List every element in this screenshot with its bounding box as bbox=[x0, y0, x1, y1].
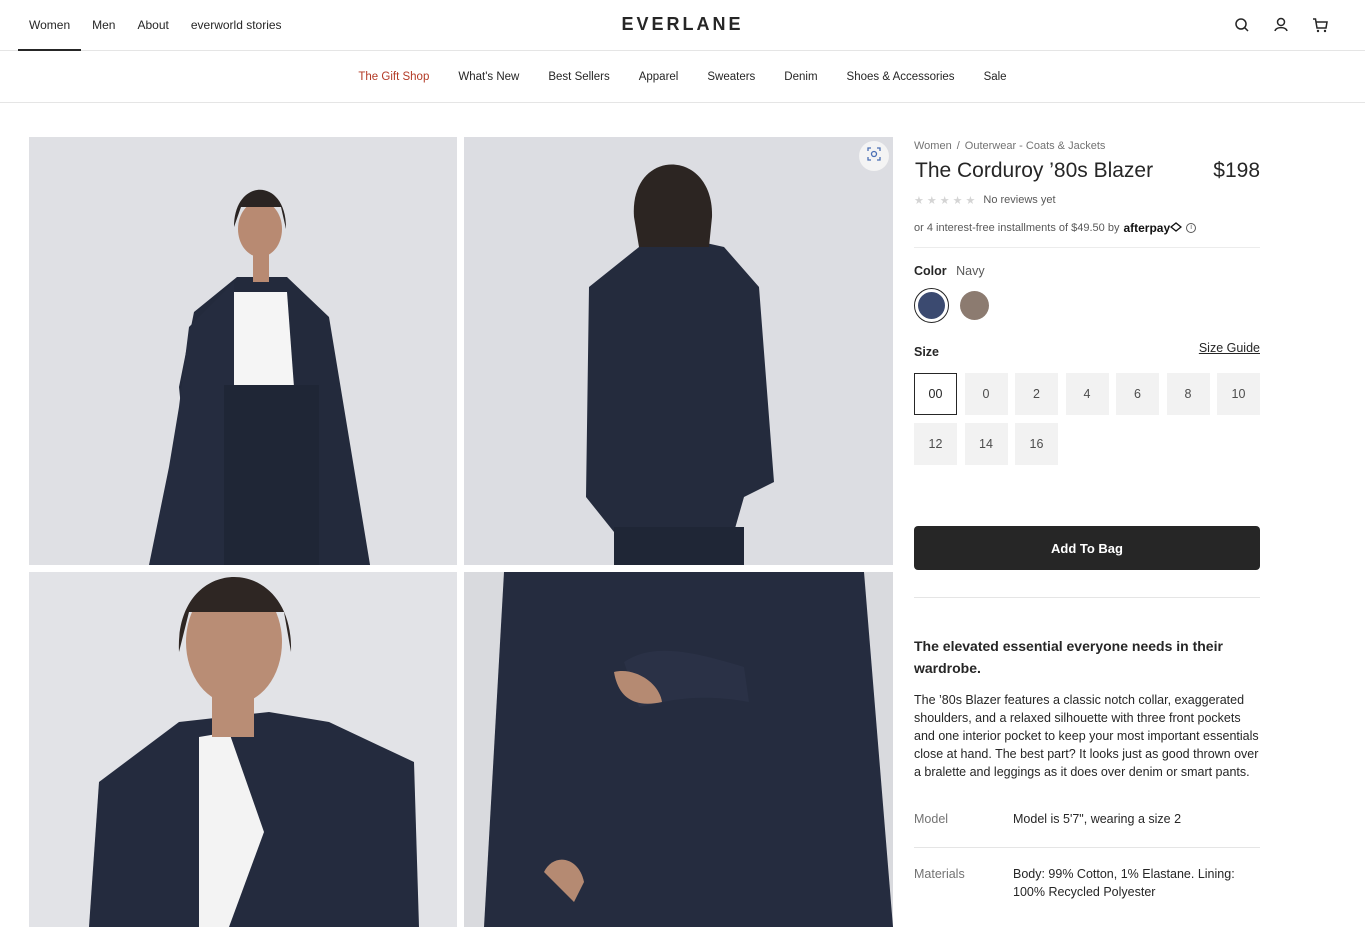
swatch-navy[interactable] bbox=[914, 288, 949, 323]
category-denim[interactable]: Denim bbox=[770, 71, 832, 83]
star-icon: ★ bbox=[926, 194, 937, 207]
category-gift-shop[interactable]: The Gift Shop bbox=[344, 71, 444, 83]
reviews-text: No reviews yet bbox=[983, 194, 1056, 206]
size-option-14[interactable]: 14 bbox=[964, 423, 1008, 465]
star-icon: ★ bbox=[965, 194, 976, 207]
star-icon: ★ bbox=[939, 194, 950, 207]
size-option-4[interactable]: 4 bbox=[1065, 373, 1109, 415]
size-guide-link[interactable]: Size Guide bbox=[1199, 341, 1260, 355]
logo[interactable]: EVERLANE bbox=[0, 14, 1365, 35]
category-best-sellers[interactable]: Best Sellers bbox=[534, 71, 624, 83]
swatch-navy-fill bbox=[918, 292, 945, 319]
size-option-10[interactable]: 10 bbox=[1217, 373, 1260, 415]
size-option-16[interactable]: 16 bbox=[1015, 423, 1058, 465]
category-shoes-accessories[interactable]: Shoes & Accessories bbox=[832, 71, 969, 83]
title-row: The Corduroy ’80s Blazer $198 bbox=[914, 159, 1260, 191]
installments-text: or 4 interest-free installments of $49.5… bbox=[914, 222, 1120, 234]
afterpay-logo[interactable]: afterpay bbox=[1123, 221, 1170, 235]
size-option-2[interactable]: 2 bbox=[1015, 373, 1058, 415]
model-value: Model is 5'7", wearing a size 2 bbox=[1013, 812, 1182, 826]
materials-label: Materials bbox=[914, 867, 965, 881]
size-grid: 00 0 2 4 6 8 10 12 14 16 bbox=[914, 373, 1260, 465]
account-icon[interactable] bbox=[1272, 15, 1290, 35]
size-option-6[interactable]: 6 bbox=[1116, 373, 1159, 415]
zoom-button[interactable] bbox=[859, 141, 889, 171]
color-label: Color bbox=[914, 264, 947, 278]
product-image-sleeve-detail[interactable] bbox=[464, 572, 893, 927]
star-icon: ★ bbox=[914, 194, 924, 207]
color-value: Navy bbox=[956, 264, 985, 278]
category-nav: The Gift Shop What's New Best Sellers Ap… bbox=[0, 51, 1365, 103]
product-image-front[interactable] bbox=[29, 137, 457, 565]
top-bar: Women Men About everworld stories EVERLA… bbox=[0, 0, 1365, 51]
reviews-row[interactable]: ★ ★ ★ ★ ★ No reviews yet bbox=[914, 191, 1260, 209]
cart-icon[interactable] bbox=[1311, 15, 1329, 35]
zoom-icon bbox=[866, 146, 882, 167]
breadcrumb-separator: / bbox=[956, 140, 960, 152]
product-image-back[interactable] bbox=[464, 137, 893, 565]
size-option-00[interactable]: 00 bbox=[914, 373, 957, 415]
divider bbox=[914, 597, 1260, 598]
category-sweaters[interactable]: Sweaters bbox=[693, 71, 770, 83]
product-description: The ’80s Blazer features a classic notch… bbox=[914, 693, 1259, 779]
size-option-8[interactable]: 8 bbox=[1166, 373, 1210, 415]
afterpay-row: or 4 interest-free installments of $49.5… bbox=[914, 221, 1260, 248]
breadcrumb: Women / Outerwear - Coats & Jackets bbox=[914, 137, 1260, 155]
swatch-taupe[interactable] bbox=[957, 288, 992, 323]
model-info: Model Model is 5'7", wearing a size 2 bbox=[914, 810, 1260, 848]
category-sale[interactable]: Sale bbox=[969, 71, 1021, 83]
product-title: The Corduroy ’80s Blazer bbox=[915, 159, 1154, 182]
materials-value: Body: 99% Cotton, 1% Elastane. Lining: 1… bbox=[1013, 867, 1235, 899]
model-label: Model bbox=[914, 812, 949, 826]
product-image-collar-detail[interactable] bbox=[29, 572, 457, 927]
search-icon[interactable] bbox=[1233, 15, 1251, 35]
category-apparel[interactable]: Apparel bbox=[624, 71, 693, 83]
afterpay-arrow-icon bbox=[1170, 221, 1183, 235]
breadcrumb-outerwear[interactable]: Outerwear - Coats & Jackets bbox=[965, 140, 1106, 152]
swatch-taupe-fill bbox=[960, 291, 989, 320]
size-option-0[interactable]: 0 bbox=[964, 373, 1008, 415]
size-option-12[interactable]: 12 bbox=[914, 423, 957, 465]
materials-info: Materials Body: 99% Cotton, 1% Elastane.… bbox=[914, 865, 1260, 901]
product-headline: The elevated essential everyone needs in… bbox=[914, 638, 1223, 676]
add-to-bag-button[interactable]: Add To Bag bbox=[914, 526, 1260, 570]
size-header: Size Size Guide bbox=[914, 341, 1260, 361]
color-swatches bbox=[914, 288, 1260, 323]
size-label: Size bbox=[914, 345, 940, 359]
info-icon[interactable]: i bbox=[1186, 223, 1197, 233]
category-whats-new[interactable]: What's New bbox=[444, 71, 534, 83]
breadcrumb-women[interactable]: Women bbox=[914, 140, 952, 152]
rating-stars: ★ ★ ★ ★ ★ bbox=[914, 194, 975, 207]
color-row: Color Navy bbox=[914, 264, 1260, 278]
header-icons bbox=[1233, 15, 1329, 35]
product-panel: Women / Outerwear - Coats & Jackets The Co… bbox=[914, 137, 1260, 901]
star-icon: ★ bbox=[952, 194, 963, 207]
product-price: $198 bbox=[1213, 159, 1260, 182]
